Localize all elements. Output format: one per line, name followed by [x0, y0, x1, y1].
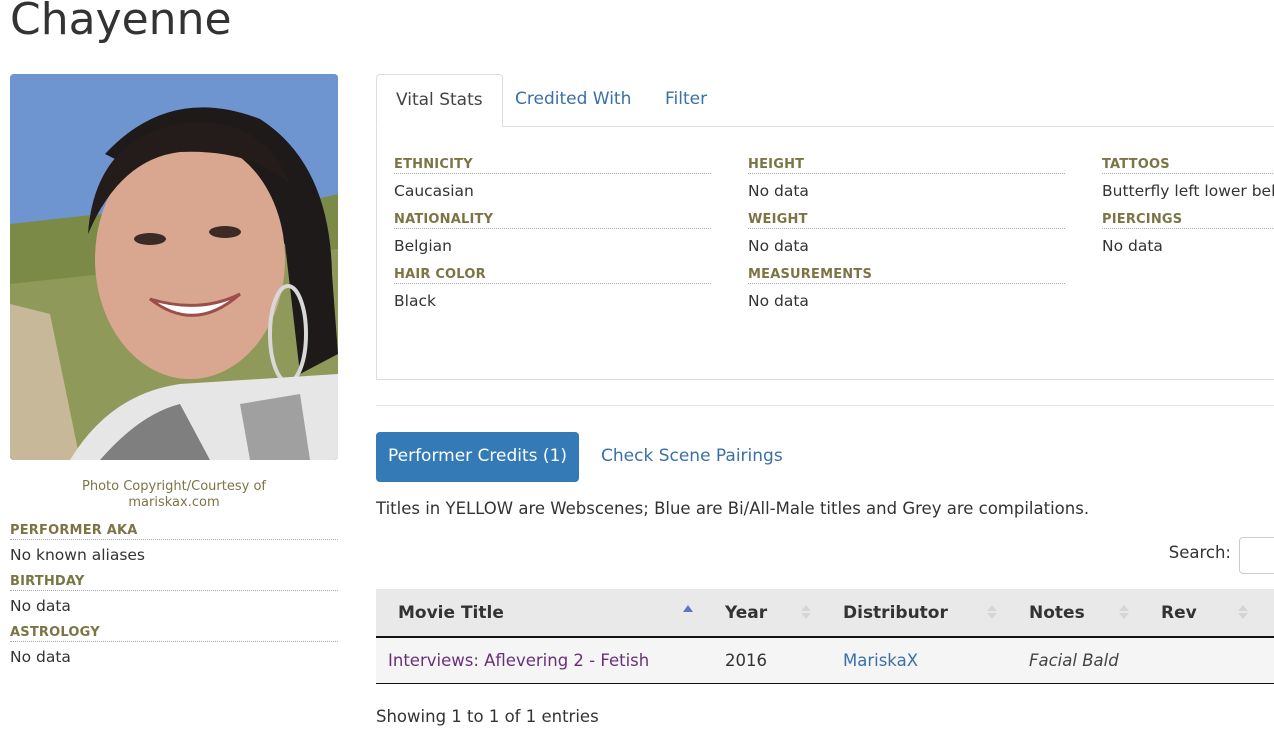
stat-label: Measurements — [748, 267, 1065, 284]
column-header-label: Year — [725, 602, 768, 623]
stats-tabs: Vital Stats Credited With Filter — [376, 74, 1274, 127]
column-header-distributor[interactable]: Distributor — [821, 589, 1007, 638]
table-row: Interviews: Aflevering 2 - Fetish 2016 M… — [376, 637, 1274, 684]
sort-both-icon — [1119, 605, 1129, 619]
search-label: Search: — [1168, 543, 1231, 562]
column-header-label: Movie Title — [398, 602, 504, 623]
stat-nationality: Nationality Belgian — [394, 212, 711, 255]
section-divider — [376, 405, 1274, 406]
performer-credits-button[interactable]: Performer Credits (1) — [376, 432, 579, 482]
column-header-label: Notes — [1029, 602, 1085, 623]
stat-height: Height No data — [748, 157, 1065, 200]
photo-caption: Photo Copyright/Courtesy of mariskax.com — [82, 479, 266, 510]
performer-photo-illustration — [10, 74, 338, 460]
left-column: Photo Copyright/Courtesy of mariskax.com… — [10, 74, 338, 666]
stat-ethnicity: Ethnicity Caucasian — [394, 157, 711, 200]
search-input[interactable] — [1239, 537, 1274, 574]
vital-stats-column-2: Height No data Weight No data Measuremen… — [748, 157, 1065, 322]
stat-label: Piercings — [1102, 212, 1274, 229]
stat-weight: Weight No data — [748, 212, 1065, 255]
stat-value: No data — [10, 597, 71, 615]
stat-tattoos: Tattoos Butterfly left lower belly — [1102, 157, 1274, 200]
title-color-legend: Titles in YELLOW are Webscenes; Blue are… — [376, 499, 1090, 518]
column-header-label: Distributor — [843, 602, 948, 623]
tab-credited-with[interactable]: Credited With — [496, 74, 650, 127]
stat-value: No data — [748, 182, 809, 200]
right-column: Vital Stats Credited With Filter Ethnici… — [376, 74, 1274, 726]
stat-value: No data — [10, 648, 71, 666]
sort-both-icon — [1238, 605, 1248, 619]
stat-astrology: Astrology No data — [10, 625, 338, 666]
column-header-movie-title[interactable]: Movie Title — [376, 589, 703, 638]
stat-value: No data — [748, 237, 809, 255]
stat-birthday: Birthday No data — [10, 574, 338, 615]
stat-piercings: Piercings No data — [1102, 212, 1274, 255]
stat-performer-aka: Performer AKA No known aliases — [10, 523, 338, 564]
vital-stats-column-1: Ethnicity Caucasian Nationality Belgian … — [394, 157, 711, 322]
stat-measurements: Measurements No data — [748, 267, 1065, 310]
stat-label: Nationality — [394, 212, 711, 229]
rev-cell — [1139, 637, 1274, 684]
check-scene-pairings-link[interactable]: Check Scene Pairings — [601, 432, 783, 482]
table-header-row: Movie Title Year Distributor Notes Rev — [376, 589, 1274, 638]
stat-label: Hair Color — [394, 267, 711, 284]
stat-label: Birthday — [10, 574, 338, 591]
column-header-notes[interactable]: Notes — [1007, 589, 1139, 638]
stat-value: No data — [1102, 237, 1163, 255]
tab-filter[interactable]: Filter — [646, 74, 726, 127]
sort-both-icon — [801, 605, 811, 619]
stat-hair-color: Hair Color Black — [394, 267, 711, 310]
stat-value: Caucasian — [394, 182, 474, 200]
notes-cell: Facial Bald — [1007, 637, 1139, 684]
left-stats: Performer AKA No known aliases Birthday … — [10, 523, 338, 666]
movie-title-link[interactable]: Interviews: Aflevering 2 - Fetish — [388, 651, 649, 670]
performer-photo[interactable] — [10, 74, 338, 460]
stat-label: Weight — [748, 212, 1065, 229]
sort-both-icon — [987, 605, 997, 619]
stat-label: Tattoos — [1102, 157, 1274, 174]
year-cell: 2016 — [703, 637, 821, 684]
page-title: Chayenne — [10, 0, 232, 45]
movie-title-cell: Interviews: Aflevering 2 - Fetish — [376, 637, 703, 684]
sort-ascending-icon — [683, 605, 693, 612]
stat-value: Butterfly left lower belly — [1102, 182, 1274, 200]
stat-label: Ethnicity — [394, 157, 711, 174]
stat-value: No known aliases — [10, 546, 146, 564]
stat-value: Belgian — [394, 237, 452, 255]
credits-table: Movie Title Year Distributor Notes Rev I… — [376, 589, 1274, 684]
column-header-rev[interactable]: Rev — [1139, 589, 1274, 638]
table-info: Showing 1 to 1 of 1 entries — [376, 707, 599, 726]
vital-stats-column-3: Tattoos Butterfly left lower belly Pierc… — [1102, 157, 1274, 267]
vital-stats-panel: Ethnicity Caucasian Nationality Belgian … — [376, 127, 1274, 380]
stat-value: No data — [748, 292, 809, 310]
distributor-cell: MariskaX — [821, 637, 1007, 684]
stat-label: Astrology — [10, 625, 338, 642]
stat-value: Black — [394, 292, 436, 310]
distributor-link[interactable]: MariskaX — [843, 651, 918, 670]
stat-label: Performer AKA — [10, 523, 338, 540]
column-header-year[interactable]: Year — [703, 589, 821, 638]
column-header-label: Rev — [1161, 602, 1197, 623]
stat-label: Height — [748, 157, 1065, 174]
tab-vital-stats[interactable]: Vital Stats — [376, 74, 503, 127]
